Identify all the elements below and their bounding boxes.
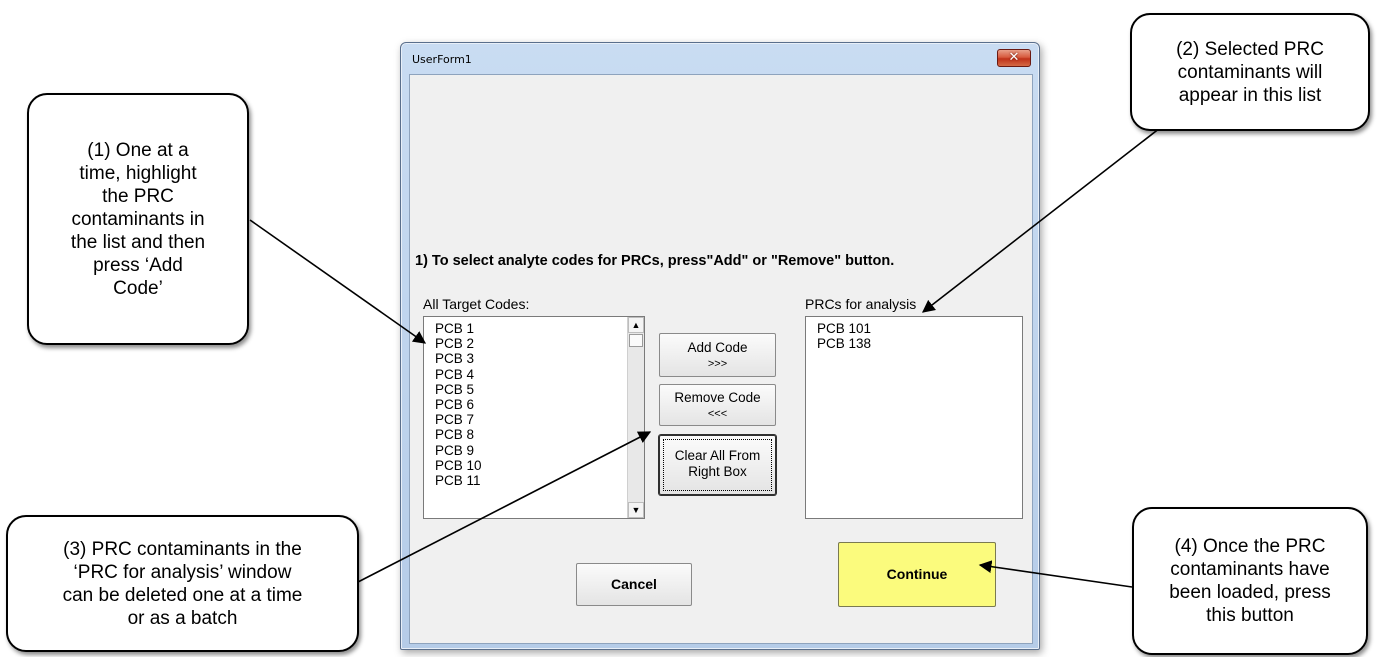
scroll-up-glyph: ▲ [631,320,641,330]
callout-step3: (3) PRC contaminants in the ‘PRC for ana… [6,515,359,652]
window-title: UserForm1 [412,53,472,66]
prcs-for-analysis-listbox[interactable]: PCB 101 PCB 138 [805,316,1023,519]
cancel-button[interactable]: Cancel [576,563,692,606]
list-item[interactable]: PCB 9 [435,443,482,458]
scroll-down-arrow-icon[interactable]: ▼ [628,502,644,518]
close-button[interactable]: ✕ [997,49,1031,67]
list-item[interactable]: PCB 6 [435,397,482,412]
list-item[interactable]: PCB 1 [435,321,482,336]
list-item[interactable]: PCB 101 [817,321,871,336]
scroll-thumb[interactable] [629,334,643,347]
list-item[interactable]: PCB 11 [435,473,482,488]
callout-step4-text: (4) Once the PRC contaminants have been … [1169,536,1331,626]
title-bar[interactable]: UserForm1 ✕ [401,43,1039,73]
list-item[interactable]: PCB 7 [435,412,482,427]
add-code-label: Add Code [687,340,748,355]
form-client-area: 1) To select analyte codes for PRCs, pre… [409,74,1033,644]
list-item[interactable]: PCB 5 [435,382,482,397]
scroll-up-arrow-icon[interactable]: ▲ [628,317,644,333]
userform-window: UserForm1 ✕ 1) To select analyte codes f… [400,42,1040,650]
list-item[interactable]: PCB 138 [817,336,871,351]
left-list-scrollbar[interactable]: ▲ ▼ [627,317,644,518]
screenshot-canvas: UserForm1 ✕ 1) To select analyte codes f… [0,0,1388,657]
clear-all-label-line2: Right Box [688,464,747,479]
remove-code-arrows: <<< [707,408,728,420]
close-icon: ✕ [1008,50,1020,65]
list-item[interactable]: PCB 8 [435,427,482,442]
right-list-label: PRCs for analysis [805,296,917,312]
callout-step2: (2) Selected PRC contaminants will appea… [1130,13,1370,131]
right-list-items: PCB 101 PCB 138 [817,321,871,351]
continue-button[interactable]: Continue [838,542,996,607]
left-list-items: PCB 1 PCB 2 PCB 3 PCB 4 PCB 5 PCB 6 PCB 7 PCB 8… [435,321,482,488]
remove-code-button[interactable]: Remove Code <<< [659,384,776,426]
clear-all-label-line1: Clear All From [674,448,761,463]
add-code-button[interactable]: Add Code >>> [659,333,776,377]
all-target-codes-listbox[interactable]: PCB 1 PCB 2 PCB 3 PCB 4 PCB 5 PCB 6 PCB 7 PCB 8… [423,316,645,519]
list-item[interactable]: PCB 2 [435,336,482,351]
list-item[interactable]: PCB 4 [435,367,482,382]
callout-step2-text: (2) Selected PRC contaminants will appea… [1176,38,1324,106]
left-list-label: All Target Codes: [423,296,530,312]
add-code-arrows: >>> [707,358,728,370]
callout-step1-text: (1) One at a time, highlight the PRC con… [70,139,206,299]
clear-all-button[interactable]: Clear All From Right Box [659,435,776,495]
instruction-text: 1) To select analyte codes for PRCs, pre… [415,253,895,269]
callout-step1: (1) One at a time, highlight the PRC con… [27,93,249,345]
callout-step4: (4) Once the PRC contaminants have been … [1132,507,1368,655]
scroll-down-glyph: ▼ [631,505,641,515]
arrow-step1 [249,219,427,344]
callout-step3-text: (3) PRC contaminants in the ‘PRC for ana… [62,538,303,629]
list-item[interactable]: PCB 10 [435,458,482,473]
remove-code-label: Remove Code [674,390,761,405]
list-item[interactable]: PCB 3 [435,351,482,366]
